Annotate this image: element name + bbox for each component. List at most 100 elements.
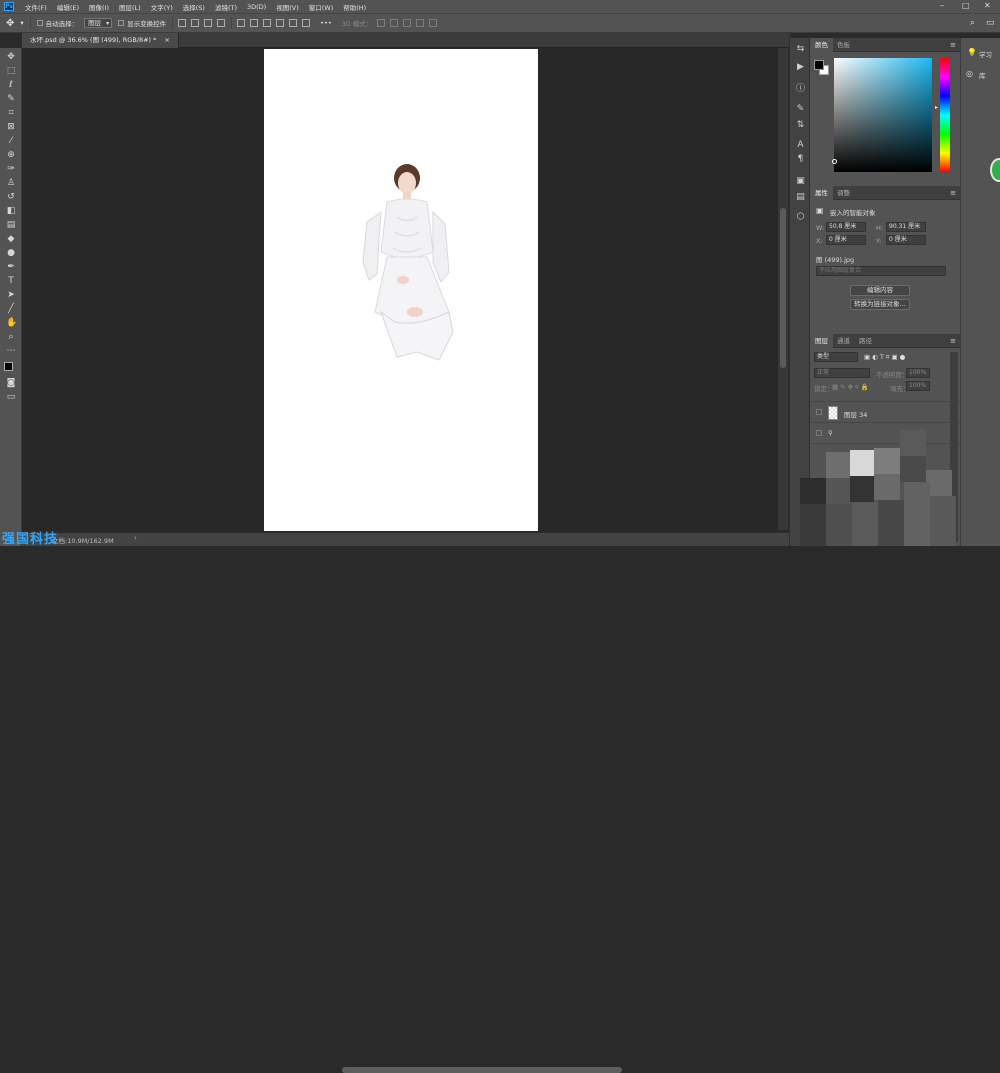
dodge-tool-icon[interactable]: ●	[6, 248, 16, 258]
layer-filter-dropdown[interactable]: 类型	[814, 352, 858, 362]
layer-row[interactable]	[810, 394, 960, 402]
color-picker-field[interactable]	[834, 58, 932, 172]
panel-menu-icon[interactable]: ≡	[950, 38, 956, 52]
hue-slider-handle[interactable]: ▸	[935, 104, 938, 111]
type-tool-icon[interactable]: T	[6, 276, 16, 286]
distribute-middle-icon[interactable]	[289, 19, 298, 27]
show-transform-checkbox[interactable]: 显示变换控件	[118, 18, 166, 28]
blend-mode-dropdown[interactable]: 正常	[814, 368, 870, 378]
width-field[interactable]: 50.8 厘米	[826, 222, 866, 232]
menu-type[interactable]: 文字(Y)	[146, 2, 178, 12]
healing-brush-tool-icon[interactable]: ⊕	[6, 150, 16, 160]
distribute-right-icon[interactable]	[263, 19, 272, 27]
menu-file[interactable]: 文件(F)	[20, 2, 52, 12]
visibility-toggle[interactable]	[816, 409, 822, 415]
lock-icons[interactable]: ▦✎✥⌗🔒	[832, 383, 871, 392]
fill-field[interactable]: 100%	[906, 381, 930, 391]
pen-tool-icon[interactable]: ✒	[6, 262, 16, 272]
more-options-button[interactable]: •••	[320, 19, 332, 27]
distribute-center-icon[interactable]	[250, 19, 259, 27]
layer-row[interactable]: 图层 34	[810, 403, 960, 423]
quick-mask-icon[interactable]: ◙	[6, 378, 16, 388]
foreground-color-swatch[interactable]	[4, 362, 13, 371]
document-tab[interactable]: 水坏.psd @ 36.6% (图 (499), RGB/8#) * ×	[22, 33, 179, 48]
character-icon[interactable]: A	[795, 140, 806, 150]
3d-rotate-icon[interactable]	[377, 19, 386, 27]
tab-adjustments[interactable]: 调整	[832, 186, 855, 200]
x-position-field[interactable]: 0 厘米	[826, 235, 866, 245]
crop-tool-icon[interactable]: ⌗	[6, 108, 16, 118]
menu-layer[interactable]: 图层(L)	[114, 2, 146, 12]
opacity-field[interactable]: 100%	[906, 368, 930, 378]
path-select-tool-icon[interactable]: ➤	[6, 290, 16, 300]
marquee-tool-icon[interactable]: ⬚	[6, 66, 16, 76]
horizontal-scroll-thumb[interactable]	[342, 1067, 622, 1073]
align-right-icon[interactable]	[204, 19, 213, 27]
clone-stamp-tool-icon[interactable]: ♙	[6, 178, 16, 188]
move-tool-icon[interactable]: ✥	[6, 18, 14, 29]
distribute-left-icon[interactable]	[237, 19, 246, 27]
align-center-icon[interactable]	[191, 19, 200, 27]
frame-tool-icon[interactable]: ⊠	[6, 122, 16, 132]
foreground-color-swatch[interactable]	[814, 60, 824, 70]
vertical-scrollbar[interactable]	[778, 48, 788, 530]
minimize-button[interactable]: –	[940, 1, 944, 10]
align-left-icon[interactable]	[178, 19, 187, 27]
learn-label[interactable]: 学习	[979, 49, 992, 59]
menu-view[interactable]: 视图(V)	[271, 2, 304, 12]
screen-mode-icon[interactable]: ▭	[6, 392, 16, 402]
status-arrow-icon[interactable]: ›	[134, 534, 137, 542]
layer-filter-icons[interactable]: ▣◐T⌗▣●	[864, 353, 907, 362]
eyedropper-tool-icon[interactable]: ⁄	[6, 136, 16, 146]
vertical-scroll-thumb[interactable]	[780, 208, 786, 368]
layer-comp-dropdown[interactable]: 不应用图层复合	[816, 266, 946, 276]
info-icon[interactable]: ⓘ	[795, 84, 806, 94]
menu-3d[interactable]: 3D(D)	[242, 3, 271, 11]
y-position-field[interactable]: 0 厘米	[886, 235, 926, 245]
tool-preset-dropdown[interactable]: ▾	[20, 19, 23, 27]
3d-roll-icon[interactable]	[390, 19, 399, 27]
actions-play-icon[interactable]: ▶	[795, 62, 806, 72]
libraries-icon[interactable]: ◎	[966, 69, 973, 78]
tab-properties[interactable]: 属性	[810, 186, 833, 200]
paragraph-icon[interactable]: ¶	[795, 154, 806, 164]
distribute-bottom-icon[interactable]	[302, 19, 311, 27]
menu-help[interactable]: 帮助(H)	[338, 2, 371, 12]
align-top-icon[interactable]	[217, 19, 226, 27]
move-tool-icon[interactable]: ✥	[6, 52, 16, 62]
search-icon[interactable]: ⌕	[970, 18, 975, 28]
zoom-tool-icon[interactable]: ⌕	[6, 332, 16, 342]
visibility-toggle[interactable]	[816, 430, 822, 436]
libraries-icon[interactable]: ▣	[795, 176, 806, 186]
3d-scale-icon[interactable]	[429, 19, 438, 27]
blur-tool-icon[interactable]: ◆	[6, 234, 16, 244]
convert-to-linked-button[interactable]: 转换为链接对象...	[850, 299, 910, 310]
eraser-tool-icon[interactable]: ◧	[6, 206, 16, 216]
history-icon[interactable]: ⇆	[795, 44, 806, 54]
edit-contents-button[interactable]: 编辑内容	[850, 285, 910, 296]
menu-filter[interactable]: 滤镜(T)	[210, 2, 242, 12]
line-tool-icon[interactable]: ╱	[6, 304, 16, 314]
auto-select-checkbox[interactable]: 自动选择：	[36, 18, 78, 28]
3d-slide-icon[interactable]	[416, 19, 425, 27]
gradient-tool-icon[interactable]: ▤	[6, 220, 16, 230]
history-brush-tool-icon[interactable]: ↺	[6, 192, 16, 202]
menu-image[interactable]: 图像(I)	[84, 2, 114, 12]
auto-select-dropdown[interactable]: 图层	[84, 18, 113, 28]
height-field[interactable]: 90.31 厘米	[886, 222, 926, 232]
adjustments-icon[interactable]: ⇅	[795, 120, 806, 130]
brush-tool-icon[interactable]: ✑	[6, 164, 16, 174]
panel-menu-icon[interactable]: ≡	[950, 334, 956, 348]
comments-icon[interactable]: ▤	[795, 192, 806, 202]
quick-select-tool-icon[interactable]: ✎	[6, 94, 16, 104]
lasso-tool-icon[interactable]: ℓ	[6, 80, 16, 90]
tab-swatches[interactable]: 色板	[832, 38, 855, 52]
close-tab-icon[interactable]: ×	[164, 36, 169, 44]
distribute-top-icon[interactable]	[276, 19, 285, 27]
tab-paths[interactable]: 路径	[854, 334, 877, 348]
menu-window[interactable]: 窗口(W)	[304, 2, 339, 12]
color-picker-cursor[interactable]	[832, 159, 837, 164]
close-window-button[interactable]: ✕	[984, 1, 991, 10]
hue-slider[interactable]	[940, 58, 950, 172]
tab-channels[interactable]: 通道	[832, 334, 855, 348]
